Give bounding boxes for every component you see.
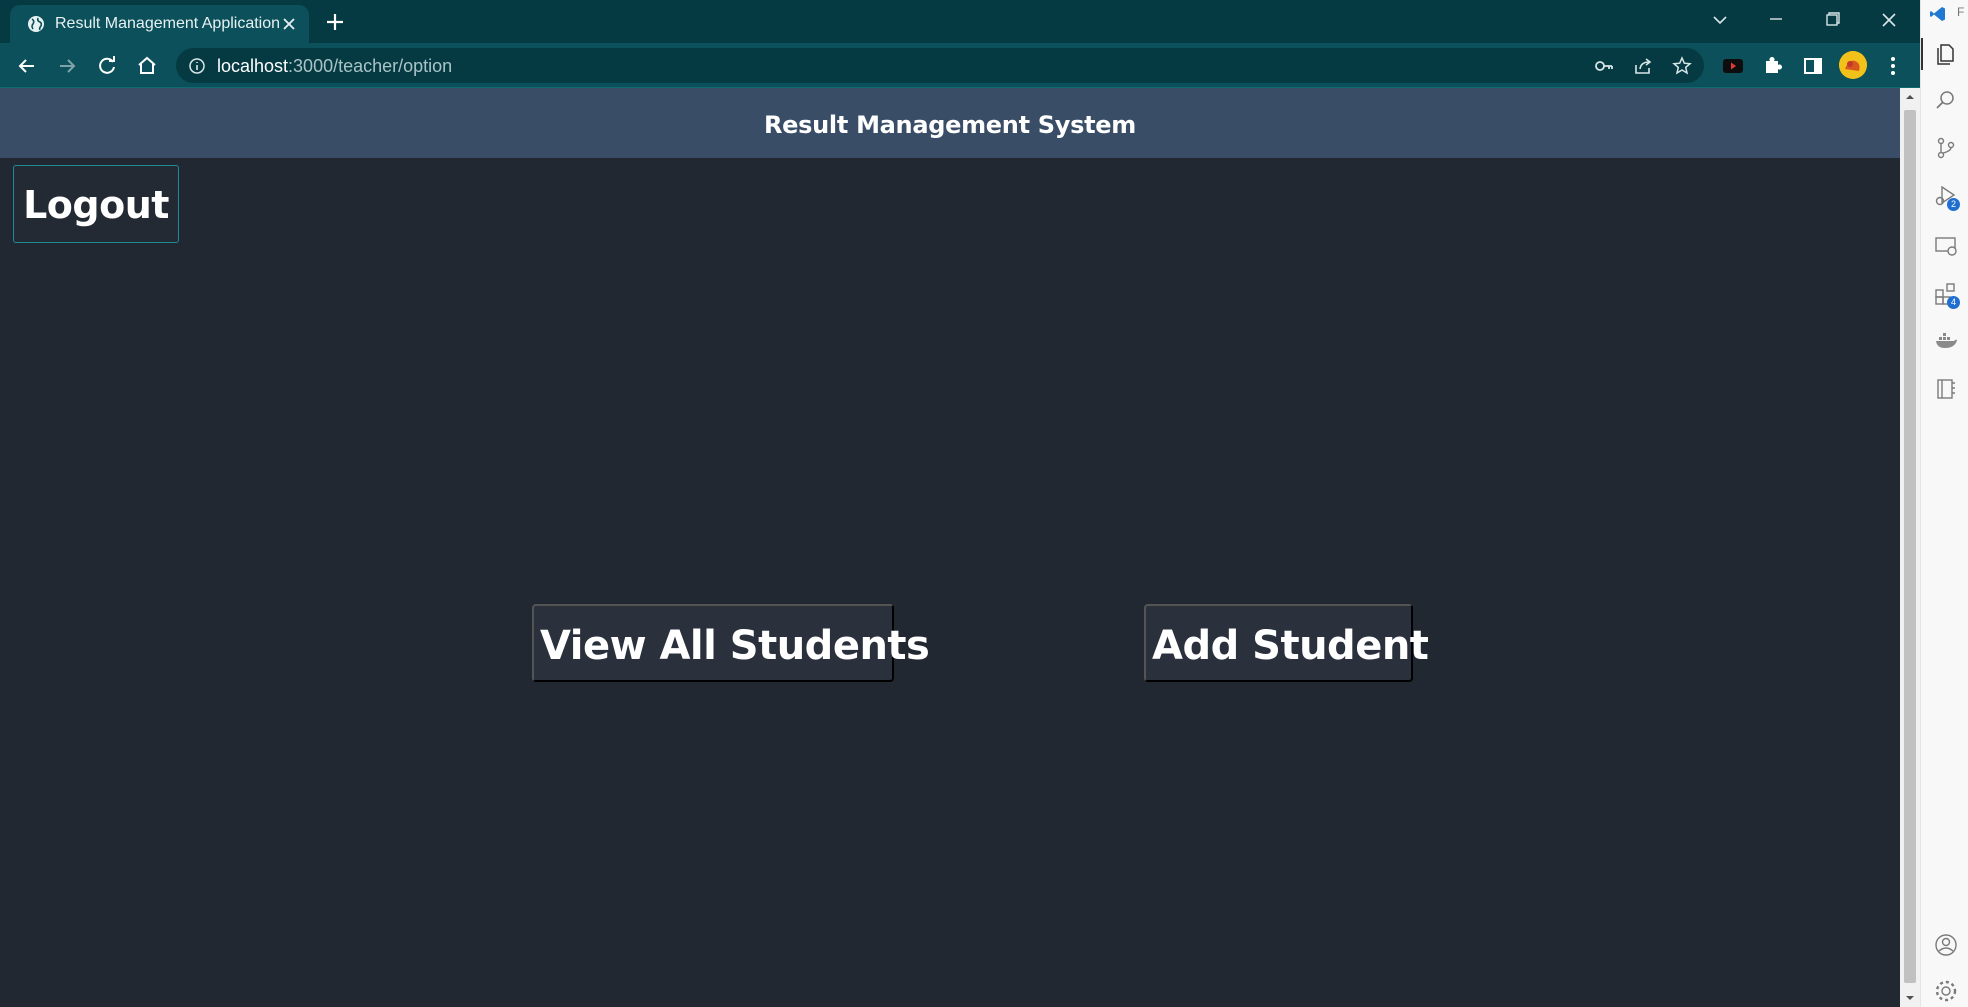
notebook-icon[interactable] — [1933, 376, 1959, 402]
source-control-icon[interactable] — [1933, 135, 1959, 161]
url-host: localhost — [217, 56, 289, 76]
add-student-button[interactable]: Add Student — [1144, 604, 1429, 682]
vscode-activity-bar: F 2 4 — [1920, 0, 1968, 1007]
page-title: Result Management System — [764, 111, 1136, 139]
home-icon[interactable] — [134, 53, 160, 79]
key-icon[interactable] — [1593, 55, 1615, 77]
active-view-marker — [1921, 38, 1923, 70]
extensions-badge: 4 — [1947, 296, 1960, 309]
vscode-window-title-letter: F — [1957, 5, 1965, 19]
tab-search-chevron-down-icon[interactable] — [1702, 6, 1738, 34]
profile-avatar[interactable] — [1839, 51, 1867, 79]
run-debug-badge: 2 — [1947, 198, 1960, 211]
url-path: :3000/teacher/option — [288, 56, 453, 76]
scroll-down-arrow-icon[interactable] — [1905, 993, 1915, 1003]
page-viewport: Result Management System Logout View All… — [0, 88, 1900, 1007]
address-bar[interactable]: localhost:3000/teacher/option — [176, 48, 1704, 83]
remote-explorer-icon[interactable] — [1933, 233, 1959, 259]
explorer-icon[interactable] — [1933, 40, 1959, 66]
close-window-icon[interactable] — [1871, 6, 1907, 34]
logout-button[interactable]: Logout — [13, 165, 179, 243]
globe-icon — [28, 16, 44, 32]
search-icon[interactable] — [1933, 87, 1959, 113]
browser-tab-active[interactable]: Result Management Application — [10, 5, 309, 43]
kebab-menu-icon[interactable] — [1880, 53, 1906, 79]
reload-icon[interactable] — [94, 53, 120, 79]
docker-icon[interactable] — [1933, 328, 1959, 354]
share-icon[interactable] — [1632, 55, 1654, 77]
vscode-logo-icon — [1930, 7, 1945, 21]
settings-gear-icon[interactable] — [1933, 978, 1959, 1004]
view-all-students-button[interactable]: View All Students — [532, 604, 930, 682]
info-icon[interactable] — [188, 57, 206, 75]
extensions-button[interactable]: 4 — [1933, 281, 1960, 309]
run-debug-button[interactable]: 2 — [1933, 183, 1960, 211]
plus-icon[interactable] — [322, 9, 348, 35]
page-scrollbar[interactable] — [1900, 88, 1920, 1007]
tab-title: Result Management Application — [55, 15, 281, 32]
browser-toolbar: localhost:3000/teacher/option — [0, 43, 1920, 88]
scrollbar-thumb[interactable] — [1904, 110, 1916, 983]
youtube-icon[interactable] — [1720, 53, 1746, 79]
url-text: localhost:3000/teacher/option — [217, 55, 452, 77]
avatar-image — [1839, 51, 1867, 79]
star-icon[interactable] — [1671, 55, 1693, 77]
arrow-left-icon[interactable] — [14, 53, 40, 79]
account-icon[interactable] — [1933, 932, 1959, 958]
restore-icon[interactable] — [1814, 6, 1850, 34]
close-icon[interactable] — [280, 15, 298, 33]
puzzle-icon[interactable] — [1760, 53, 1786, 79]
scroll-up-arrow-icon[interactable] — [1905, 92, 1915, 102]
app-header: Result Management System — [0, 88, 1900, 158]
browser-tab-strip: Result Management Application — [0, 0, 1920, 43]
arrow-right-icon[interactable] — [54, 53, 80, 79]
side-panel-icon[interactable] — [1800, 53, 1826, 79]
minimize-icon[interactable] — [1758, 6, 1794, 34]
